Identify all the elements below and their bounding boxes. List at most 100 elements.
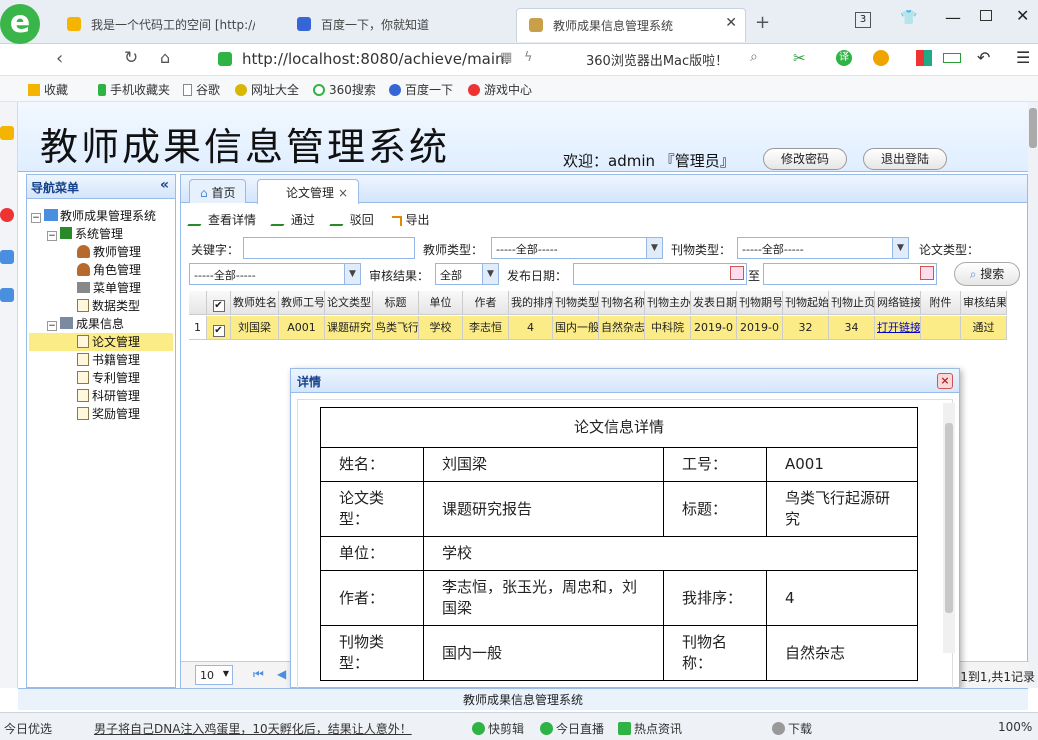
close-window-icon[interactable]: ✕ <box>1016 6 1029 25</box>
bookmark-mobile[interactable]: 手机收藏夹 <box>98 81 170 98</box>
keyword-input[interactable] <box>243 237 415 259</box>
bookmark-google[interactable]: 谷歌 <box>183 81 220 98</box>
column-header[interactable]: 刊物起始 <box>783 291 829 315</box>
close-tab-icon[interactable]: × <box>338 186 348 200</box>
date-start-input[interactable] <box>573 263 747 285</box>
checkbox-cell[interactable]: ✔ <box>207 291 231 315</box>
column-header[interactable]: 我的排序 <box>509 291 553 315</box>
logout-button[interactable]: 退出登陆 <box>863 148 947 170</box>
tree-item-patent[interactable]: 专利管理 <box>77 369 140 387</box>
browser-tab-1[interactable]: 我是一个代码工的空间 [http://2 <box>55 8 255 42</box>
home-icon[interactable]: ⌂ <box>160 48 170 67</box>
minimize-icon[interactable]: — <box>945 8 961 27</box>
bookmark-sites[interactable]: 网址大全 <box>235 81 299 98</box>
chevron-down-icon[interactable]: ▼ <box>344 264 360 284</box>
tree-item-teacher[interactable]: 教师管理 <box>77 243 141 261</box>
hot-news-button[interactable]: 热点资讯 <box>618 720 682 737</box>
column-header[interactable]: 刊物止页 <box>829 291 875 315</box>
search-button[interactable]: ⌕ 搜索 <box>954 262 1020 286</box>
column-header[interactable]: 审核结果 <box>961 291 1007 315</box>
column-header[interactable]: 标题 <box>373 291 419 315</box>
tree-item-role[interactable]: 角色管理 <box>77 261 141 279</box>
news-ticker[interactable]: 360浏览器出Mac版啦！ <box>586 50 728 69</box>
collapse-toggle-icon[interactable]: − <box>47 321 57 331</box>
column-header[interactable]: 论文类型 <box>325 291 373 315</box>
first-page-icon[interactable]: ⏮ <box>253 667 264 682</box>
approve-button[interactable]: 通过 <box>270 211 315 228</box>
tab-count-badge[interactable]: 3 <box>855 12 871 28</box>
column-header[interactable]: 教师姓名 <box>231 291 279 315</box>
qr-icon[interactable]: ▦ <box>500 50 512 65</box>
column-header[interactable]: 刊物名称 <box>599 291 645 315</box>
calendar-icon[interactable] <box>920 266 934 280</box>
column-header[interactable]: 单位 <box>419 291 463 315</box>
tab-paper-management[interactable]: 论文管理 × <box>257 179 360 204</box>
column-header[interactable]: 发表日期 <box>691 291 737 315</box>
chevron-down-icon[interactable]: ▼ <box>482 264 498 284</box>
page-size-select[interactable]: 10 ▼ <box>195 665 233 685</box>
reject-button[interactable]: 驳回 <box>328 211 374 228</box>
tree-item-datatype[interactable]: 数据类型 <box>77 297 140 315</box>
quick-cut-button[interactable]: 快剪辑 <box>472 720 524 737</box>
apps-icon[interactable] <box>916 50 932 66</box>
page-scrollbar[interactable] <box>1028 102 1038 688</box>
export-button[interactable]: 导出 <box>391 211 430 228</box>
star-icon[interactable] <box>0 126 14 140</box>
undo-icon[interactable]: ↶ <box>977 48 990 67</box>
close-tab-icon[interactable]: ✕ <box>725 15 737 31</box>
collapse-toggle-icon[interactable]: − <box>31 213 41 223</box>
column-header[interactable]: 附件 <box>921 291 961 315</box>
open-link[interactable]: 打开链接 <box>875 316 921 340</box>
news-headline-link[interactable]: 男子将自己DNA注入鸡蛋里，10天孵化后，结果让人意外！ <box>94 720 412 737</box>
maximize-icon[interactable] <box>980 10 992 21</box>
close-icon[interactable]: × <box>937 373 953 389</box>
chevron-down-icon[interactable]: ▼ <box>646 238 662 258</box>
tree-group-system[interactable]: − 系统管理 <box>47 225 123 243</box>
date-end-input[interactable] <box>763 263 937 285</box>
translate-icon[interactable]: 译 <box>836 50 852 66</box>
chevron-down-icon[interactable]: ▼ <box>223 669 229 678</box>
tree-item-paper[interactable]: 论文管理 <box>29 333 173 351</box>
tree-item-menu[interactable]: 菜单管理 <box>77 279 141 297</box>
collapse-toggle-icon[interactable]: − <box>47 231 57 241</box>
tab-home[interactable]: ⌂ 首页 <box>189 179 247 203</box>
scissors-icon[interactable]: ✂ <box>793 49 806 67</box>
live-button[interactable]: 今日直播 <box>540 720 604 737</box>
column-header[interactable]: 教师工号 <box>279 291 325 315</box>
shirt-icon[interactable]: 👕 <box>900 10 917 26</box>
tree-item-research[interactable]: 科研管理 <box>77 387 140 405</box>
collapse-icon[interactable]: « <box>160 177 169 193</box>
bookmark-360search[interactable]: 360搜索 <box>313 81 376 98</box>
column-header[interactable]: 刊物期号 <box>737 291 783 315</box>
tree-root[interactable]: − 教师成果管理系统 <box>31 207 156 225</box>
message-icon[interactable] <box>0 250 14 264</box>
back-icon[interactable]: ‹ <box>56 48 63 69</box>
column-header[interactable]: 刊物主办 <box>645 291 691 315</box>
browser-tab-2[interactable]: 百度一下，你就知道 <box>285 8 485 42</box>
tree-group-achievement[interactable]: − 成果信息 <box>47 315 124 333</box>
battery-icon[interactable] <box>943 53 961 63</box>
journal-type-select[interactable]: -----全部----- ▼ <box>737 237 909 259</box>
column-header[interactable]: 刊物类型 <box>553 291 599 315</box>
review-select[interactable]: 全部 ▼ <box>435 263 499 285</box>
doc-icon[interactable] <box>0 288 14 302</box>
weibo-icon[interactable] <box>0 208 14 222</box>
scroll-thumb[interactable] <box>1029 108 1037 148</box>
shield-icon[interactable] <box>873 50 889 66</box>
zoom-level[interactable]: 100% <box>998 720 1032 734</box>
prev-page-icon[interactable]: ◀ <box>277 667 286 681</box>
paper-type-select[interactable]: -----全部----- ▼ <box>189 263 361 285</box>
scroll-thumb[interactable] <box>945 423 953 613</box>
browser-tab-3[interactable]: 教师成果信息管理系统 ✕ <box>516 8 746 42</box>
new-tab-button[interactable]: + <box>755 12 770 33</box>
calendar-icon[interactable] <box>730 266 744 280</box>
row-checkbox[interactable]: ✔ <box>212 325 225 337</box>
column-header[interactable]: 作者 <box>463 291 509 315</box>
menu-icon[interactable]: ☰ <box>1016 48 1030 67</box>
search-icon[interactable]: ⌕ <box>750 49 758 65</box>
download-button[interactable]: 下载 <box>772 720 812 737</box>
tree-item-award[interactable]: 奖励管理 <box>77 405 140 423</box>
column-header[interactable]: 网络链接 <box>875 291 921 315</box>
change-password-button[interactable]: 修改密码 <box>763 148 847 170</box>
bookmark-games[interactable]: 游戏中心 <box>468 81 532 98</box>
